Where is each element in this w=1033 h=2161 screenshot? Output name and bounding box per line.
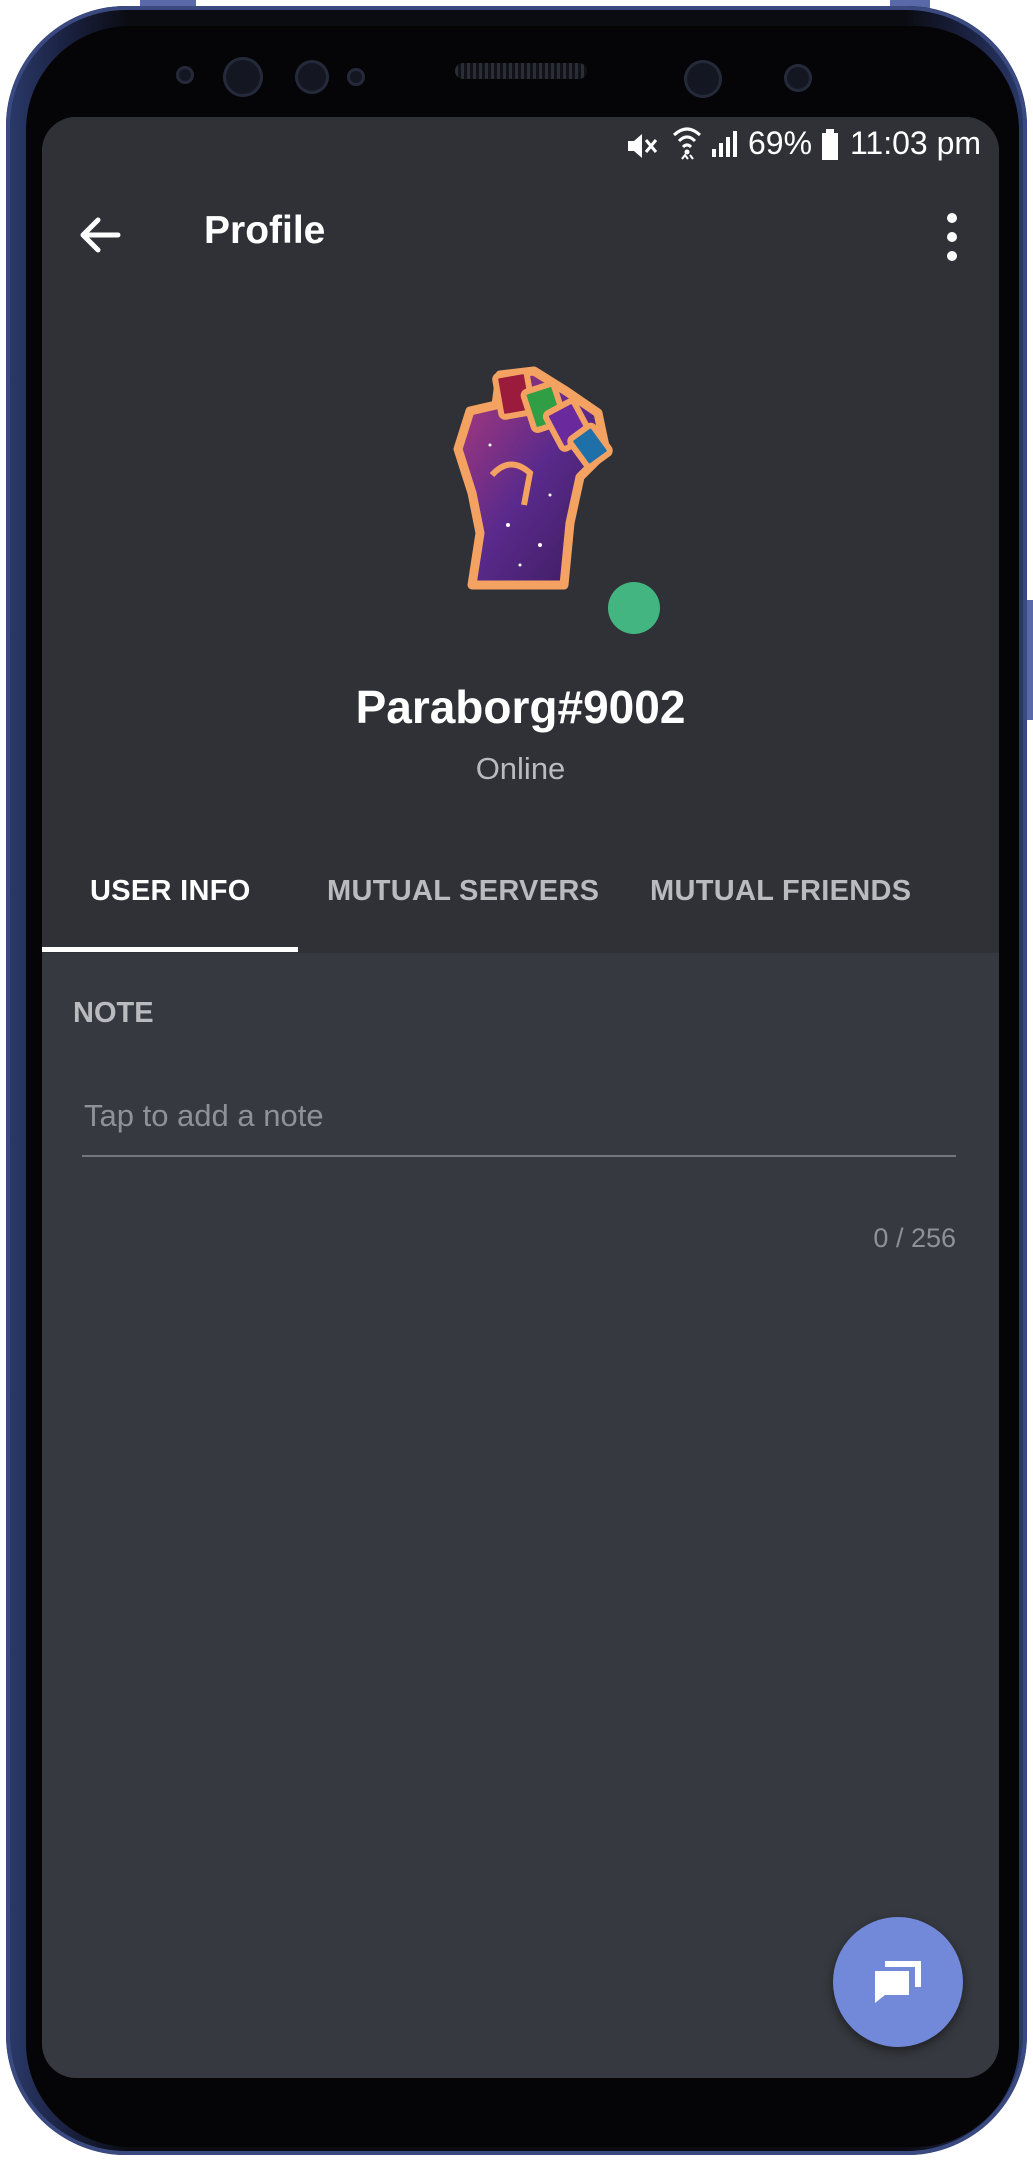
proximity-sensor <box>176 66 194 84</box>
tab-user-info[interactable]: USER INFO <box>90 875 251 908</box>
tab-mutual-friends[interactable]: MUTUAL FRIENDS <box>650 875 911 908</box>
phone-side-button <box>1027 600 1033 720</box>
note-label: NOTE <box>73 997 154 1029</box>
earpiece-speaker <box>455 63 587 79</box>
battery-icon <box>822 129 838 160</box>
selfie-camera <box>684 60 722 98</box>
status-bar: 69% 11:03 pm <box>42 117 999 173</box>
profile-tabs: USER INFO MUTUAL SERVERS MUTUAL FRIENDS <box>42 843 999 953</box>
front-camera <box>295 60 329 94</box>
wifi-icon <box>672 127 702 160</box>
note-input[interactable] <box>82 1077 956 1157</box>
active-tab-indicator <box>42 947 298 952</box>
iris-camera <box>223 57 263 97</box>
message-bubbles-icon <box>875 1961 921 2003</box>
flash-sensor <box>784 64 812 92</box>
avatar[interactable] <box>420 355 620 595</box>
username: Paraborg#9002 <box>355 681 686 733</box>
toolbar: Profile <box>42 173 999 298</box>
app-screen: 69% 11:03 pm Profile Paraborg#9002 Onlin… <box>42 117 999 2078</box>
back-button[interactable] <box>72 207 128 263</box>
presence-status: Online <box>475 751 566 786</box>
light-sensor <box>347 68 365 86</box>
send-message-button[interactable] <box>833 1917 963 2047</box>
mute-icon <box>628 134 658 158</box>
battery-percent: 69% <box>748 125 813 161</box>
page-title: Profile <box>204 209 326 252</box>
note-character-counter: 0 / 256 <box>873 1223 956 1253</box>
signal-icon <box>712 131 737 157</box>
clock: 11:03 pm <box>850 125 982 161</box>
online-status-dot <box>608 582 660 634</box>
tab-mutual-servers[interactable]: MUTUAL SERVERS <box>327 875 599 908</box>
arrow-left-icon <box>80 217 121 253</box>
more-options-button[interactable] <box>937 209 967 265</box>
more-vertical-icon <box>947 213 957 261</box>
